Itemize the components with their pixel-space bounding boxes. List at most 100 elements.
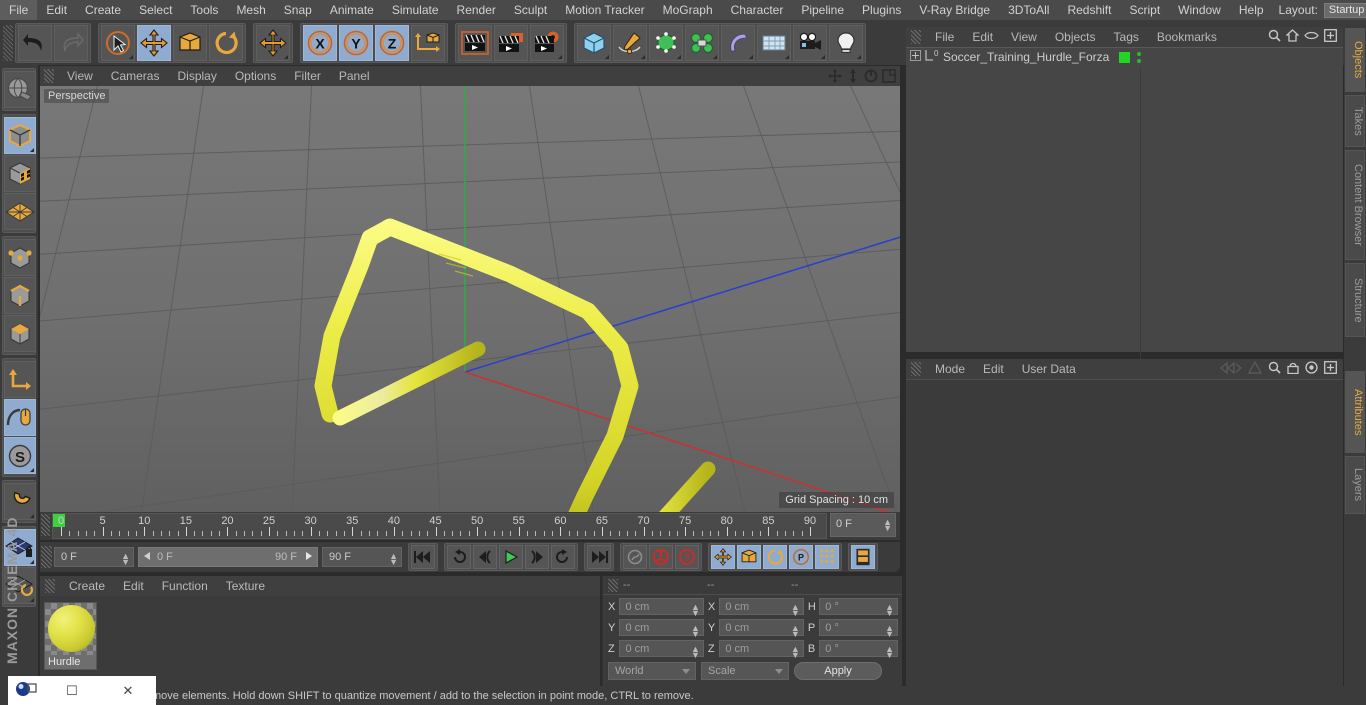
- object-row-soccer-training-hurdle[interactable]: 0 Soccer_Training_Hurdle_Forza: [906, 48, 1343, 66]
- render-view-button[interactable]: [458, 24, 492, 61]
- transport-grip[interactable]: [41, 546, 52, 568]
- apply-button[interactable]: Apply: [794, 662, 882, 680]
- menu-item-tools[interactable]: Tools: [181, 0, 227, 20]
- size-x-input[interactable]: 0 cm ▲ ▼: [719, 598, 804, 618]
- spinner-icon[interactable]: ▲ ▼: [791, 645, 800, 660]
- record-active-objects-button[interactable]: [649, 545, 673, 569]
- menu-item-window[interactable]: Window: [1169, 0, 1230, 20]
- menu-item-3dtoall[interactable]: 3DToAll: [999, 0, 1058, 20]
- rotate-icon[interactable]: [863, 68, 879, 84]
- loop-forward-button[interactable]: [551, 545, 575, 569]
- tab-attributes[interactable]: Attributes: [1345, 371, 1365, 453]
- interpolate-icon[interactable]: [1220, 361, 1242, 377]
- material-menu-texture[interactable]: Texture: [217, 579, 274, 593]
- model-mode-button[interactable]: [4, 117, 36, 154]
- menu-item-plugins[interactable]: Plugins: [853, 0, 910, 20]
- menu-item-character[interactable]: Character: [722, 0, 793, 20]
- toolbar-grip[interactable]: [3, 24, 13, 61]
- material-menu-function[interactable]: Function: [153, 579, 217, 593]
- spinner-icon[interactable]: ▲ ▼: [691, 645, 700, 660]
- points-mode-button[interactable]: [4, 239, 36, 276]
- object-manager-tree[interactable]: 0 Soccer_Training_Hurdle_Forza: [906, 47, 1343, 373]
- texture-mode-button[interactable]: [4, 155, 36, 192]
- lock-icon[interactable]: [1287, 361, 1299, 377]
- spinner-icon[interactable]: ▲ ▼: [885, 603, 894, 618]
- object-visibility-dots-icon[interactable]: [1137, 51, 1142, 63]
- material-manager-grip[interactable]: [45, 579, 55, 593]
- object-manager-grip[interactable]: [911, 30, 921, 44]
- autokeying-toggle-button[interactable]: [623, 545, 647, 569]
- spinner-icon[interactable]: ▲ ▼: [691, 603, 700, 618]
- dynamic-place-button[interactable]: [256, 24, 290, 61]
- tab-layers[interactable]: Layers: [1345, 456, 1365, 514]
- timeline-frame-field[interactable]: 0 F ▲ ▼: [830, 513, 896, 537]
- polygons-mode-button[interactable]: [4, 315, 36, 352]
- object-axis-mode-button[interactable]: [4, 361, 36, 398]
- spinner-icon[interactable]: ▲ ▼: [691, 624, 700, 639]
- coordinates-grip[interactable]: [608, 578, 618, 592]
- home-icon[interactable]: [1285, 29, 1300, 45]
- menu-item-pipeline[interactable]: Pipeline: [792, 0, 853, 20]
- viewport-menu-view[interactable]: View: [58, 66, 102, 86]
- play-reverse-loop-button[interactable]: [447, 545, 471, 569]
- attribute-menu-mode[interactable]: Mode: [926, 362, 974, 376]
- menu-item-motion-tracker[interactable]: Motion Tracker: [556, 0, 653, 20]
- spinner-icon[interactable]: ▲ ▼: [883, 518, 892, 533]
- add-spline-button[interactable]: [613, 24, 647, 61]
- size-y-input[interactable]: 0 cm ▲ ▼: [719, 619, 804, 639]
- add-cube-object-button[interactable]: [577, 24, 611, 61]
- tab-objects[interactable]: Objects: [1345, 28, 1365, 92]
- object-menu-tags[interactable]: Tags: [1105, 30, 1148, 44]
- record-pla-button[interactable]: [815, 545, 839, 569]
- object-menu-file[interactable]: File: [926, 30, 963, 44]
- timeline-grip[interactable]: [41, 514, 50, 536]
- menu-item-simulate[interactable]: Simulate: [383, 0, 448, 20]
- tab-takes[interactable]: Takes: [1345, 95, 1365, 147]
- menu-item-animate[interactable]: Animate: [321, 0, 383, 20]
- go-to-start-button[interactable]: [411, 545, 435, 569]
- position-x-input[interactable]: 0 cm ▲ ▼: [619, 598, 704, 618]
- viewport-menu-display[interactable]: Display: [168, 66, 225, 86]
- menu-item-mograph[interactable]: MoGraph: [654, 0, 722, 20]
- pan-icon[interactable]: [827, 68, 843, 84]
- menu-item-file[interactable]: File: [0, 0, 38, 20]
- menu-item-script[interactable]: Script: [1120, 0, 1169, 20]
- camera-object-button[interactable]: [793, 24, 827, 61]
- make-editable-button[interactable]: [4, 71, 36, 108]
- play-forward-button[interactable]: [499, 545, 523, 569]
- record-scale-button[interactable]: [737, 545, 761, 569]
- viewport-canvas[interactable]: Perspective Grid Spacing : 10 cm: [40, 86, 900, 512]
- lock-y-axis-button[interactable]: Y: [339, 24, 373, 61]
- eye-icon[interactable]: [1304, 29, 1319, 45]
- viewport-menu-options[interactable]: Options: [226, 66, 285, 86]
- maximize-button[interactable]: ☐: [44, 683, 100, 699]
- timeline-ruler[interactable]: 0 5 10 15 20 25 30 35 40 45 50 55 60 65 70 75 80 85 90: [52, 513, 827, 539]
- end-frame-input[interactable]: 90 F ▲ ▼: [322, 547, 402, 567]
- step-forward-button[interactable]: [525, 545, 549, 569]
- chevron-right-icon[interactable]: [306, 552, 312, 560]
- tab-content-browser[interactable]: Content Browser: [1345, 150, 1365, 260]
- coordinate-system-select[interactable]: World: [608, 662, 696, 680]
- lock-z-axis-button[interactable]: Z: [375, 24, 409, 61]
- rotate-tool-button[interactable]: [209, 24, 243, 61]
- cone-icon[interactable]: [1247, 360, 1263, 377]
- menu-item-sculpt[interactable]: Sculpt: [505, 0, 556, 20]
- expand-toggle-icon[interactable]: [910, 50, 921, 64]
- chevron-left-icon[interactable]: [144, 552, 150, 560]
- object-menu-objects[interactable]: Objects: [1046, 30, 1105, 44]
- material-swatch[interactable]: Hurdle: [44, 602, 97, 670]
- tab-structure[interactable]: Structure: [1345, 263, 1365, 337]
- close-button[interactable]: ✕: [100, 683, 156, 699]
- enable-axis-modification-button[interactable]: [4, 399, 36, 436]
- coordinate-mode-select[interactable]: Scale: [701, 662, 789, 680]
- menu-item-redshift[interactable]: Redshift: [1058, 0, 1120, 20]
- object-menu-view[interactable]: View: [1002, 30, 1046, 44]
- light-object-button[interactable]: [829, 24, 863, 61]
- spinner-icon[interactable]: ▲ ▼: [791, 603, 800, 618]
- spinner-icon[interactable]: ▲ ▼: [121, 552, 130, 567]
- coordinate-system-button[interactable]: [411, 24, 445, 61]
- viewport-menu-panel[interactable]: Panel: [330, 66, 379, 86]
- viewport-menu-cameras[interactable]: Cameras: [102, 66, 169, 86]
- spinner-icon[interactable]: ▲ ▼: [791, 624, 800, 639]
- attribute-menu-edit[interactable]: Edit: [974, 362, 1013, 376]
